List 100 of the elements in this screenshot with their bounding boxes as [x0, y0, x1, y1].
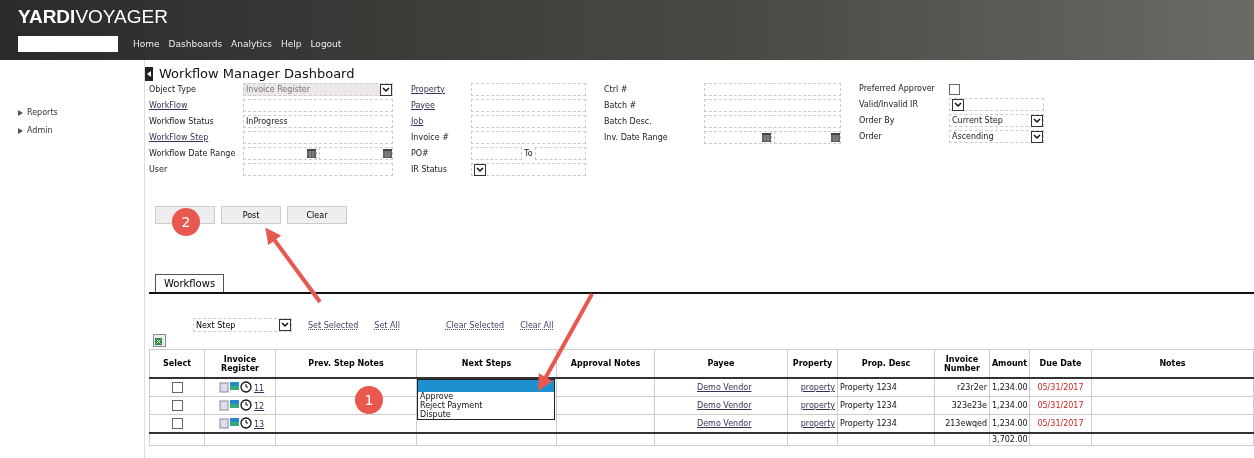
table-cell: 1,234.00 — [992, 419, 1028, 428]
sidebar-item[interactable]: Reports — [27, 108, 58, 117]
select-field[interactable] — [949, 98, 1044, 111]
form-button[interactable]: Post — [221, 206, 281, 224]
excel-export-icon[interactable] — [153, 334, 166, 347]
text-field[interactable] — [243, 131, 393, 144]
text-field[interactable] — [471, 147, 523, 160]
select-field[interactable]: Ascending — [949, 130, 1044, 143]
date-field[interactable] — [704, 131, 772, 144]
text-field[interactable] — [243, 99, 393, 112]
text-field[interactable] — [471, 99, 586, 112]
table-cell: 323e23e — [951, 401, 987, 410]
field-label: Inv. Date Range — [604, 131, 668, 144]
date-field[interactable] — [243, 147, 317, 160]
text-field[interactable] — [471, 83, 586, 96]
field-link[interactable]: Payee — [411, 99, 435, 112]
field-label: User — [149, 163, 168, 176]
next-steps-dropdown[interactable]: Approve Reject Payment Dispute — [417, 379, 555, 420]
range-label: To — [524, 147, 533, 160]
checkbox[interactable] — [949, 83, 960, 95]
field-link[interactable]: WorkFlow Step — [149, 131, 209, 144]
date-field[interactable] — [773, 131, 841, 144]
row-checkbox[interactable] — [171, 418, 183, 429]
document-image-clock-icons[interactable] — [219, 398, 253, 411]
field-label: Batch # — [604, 99, 637, 112]
vendor-link[interactable]: Demo Vendor — [697, 401, 752, 410]
table-cell: 1,234.00 — [992, 401, 1028, 410]
table-cell: r23r2er — [956, 383, 987, 392]
logo[interactable]: YARDIVOYAGER — [18, 6, 168, 28]
field-label: Object Type — [149, 83, 196, 96]
total-amount: 3,702.00 — [992, 435, 1028, 444]
date-field[interactable] — [319, 147, 393, 160]
row-checkbox[interactable] — [171, 382, 183, 393]
calendar-icon[interactable] — [761, 133, 771, 142]
field-label: PO# — [411, 147, 429, 160]
text-field[interactable] — [471, 115, 586, 128]
text-field[interactable]: InProgress — [243, 115, 393, 128]
nav-link[interactable]: Logout — [310, 39, 342, 49]
table-cell: 1,234.00 — [992, 383, 1028, 392]
text-field[interactable] — [704, 99, 841, 112]
nav-link[interactable]: Analytics — [231, 39, 272, 49]
field-link[interactable]: WorkFlow — [149, 99, 188, 112]
register-link[interactable]: 11 — [254, 383, 265, 393]
bullet-icon — [18, 127, 23, 134]
column-header: Property — [787, 349, 838, 378]
select-field[interactable]: Current Step — [949, 114, 1044, 127]
field-label: Preferred Approver — [859, 83, 935, 95]
action-link[interactable]: Clear Selected — [445, 320, 505, 330]
document-image-clock-icons[interactable] — [219, 416, 253, 429]
field-label: Workflow Status — [149, 115, 214, 128]
column-header: Amount — [989, 349, 1030, 378]
bullet-icon — [18, 109, 23, 116]
due-date: 05/31/2017 — [1037, 419, 1084, 428]
text-field[interactable] — [704, 83, 841, 96]
sidebar-item[interactable]: Admin — [27, 126, 53, 135]
field-link[interactable]: Property — [411, 83, 445, 96]
field-label: Order — [859, 130, 882, 143]
action-link[interactable]: Set Selected — [308, 320, 359, 330]
due-date: 05/31/2017 — [1037, 383, 1084, 392]
action-link[interactable]: Set All — [374, 320, 400, 330]
select-field[interactable] — [471, 163, 586, 176]
row-checkbox[interactable] — [171, 400, 183, 411]
column-header: Due Date — [1029, 349, 1092, 378]
field-label: Workflow Date Range — [149, 147, 236, 160]
nav-link[interactable]: Dashboards — [168, 39, 223, 49]
text-field[interactable] — [471, 131, 586, 144]
dropdown-arrow-icon[interactable] — [279, 319, 291, 331]
text-field[interactable] — [243, 163, 393, 176]
field-label: IR Status — [411, 163, 447, 176]
form-button[interactable]: Clear — [287, 206, 347, 224]
field-label: Ctrl # — [604, 83, 628, 96]
field-label: Invoice # — [411, 131, 449, 144]
register-link[interactable]: 12 — [254, 401, 265, 411]
table-cell: Property 1234 — [840, 401, 897, 410]
text-field[interactable] — [534, 147, 586, 160]
tab[interactable]: Workflows — [155, 274, 225, 292]
table-cell: Property 1234 — [840, 383, 897, 392]
due-date: 05/31/2017 — [1037, 401, 1084, 410]
field-label: Valid/Invalid IR — [859, 98, 919, 111]
column-header: Notes — [1091, 349, 1254, 378]
document-image-clock-icons[interactable] — [219, 380, 253, 393]
next-step-select[interactable]: Next Step — [193, 318, 292, 332]
page-title: Workflow Manager Dashboard — [159, 66, 355, 81]
field-label: Order By — [859, 114, 895, 127]
vendor-link[interactable]: Demo Vendor — [697, 383, 752, 392]
table-cell: 213ewqed — [945, 419, 987, 428]
search-field[interactable] — [18, 36, 118, 52]
nav-link[interactable]: Home — [133, 39, 160, 49]
text-field[interactable] — [704, 115, 841, 128]
column-header: Prev. Step Notes — [275, 349, 417, 378]
action-link[interactable]: Clear All — [520, 320, 554, 330]
nav-link[interactable]: Help — [281, 39, 302, 49]
field-link[interactable]: Job — [411, 115, 424, 128]
column-header: Approval Notes — [556, 349, 655, 378]
table-cell: Property 1234 — [840, 419, 897, 428]
collapse-icon[interactable] — [145, 66, 153, 81]
register-link[interactable]: 13 — [254, 419, 265, 429]
column-header: Prop. Desc — [837, 349, 935, 378]
vendor-link[interactable]: Demo Vendor — [697, 419, 752, 428]
field-label: Batch Desc. — [604, 115, 652, 128]
